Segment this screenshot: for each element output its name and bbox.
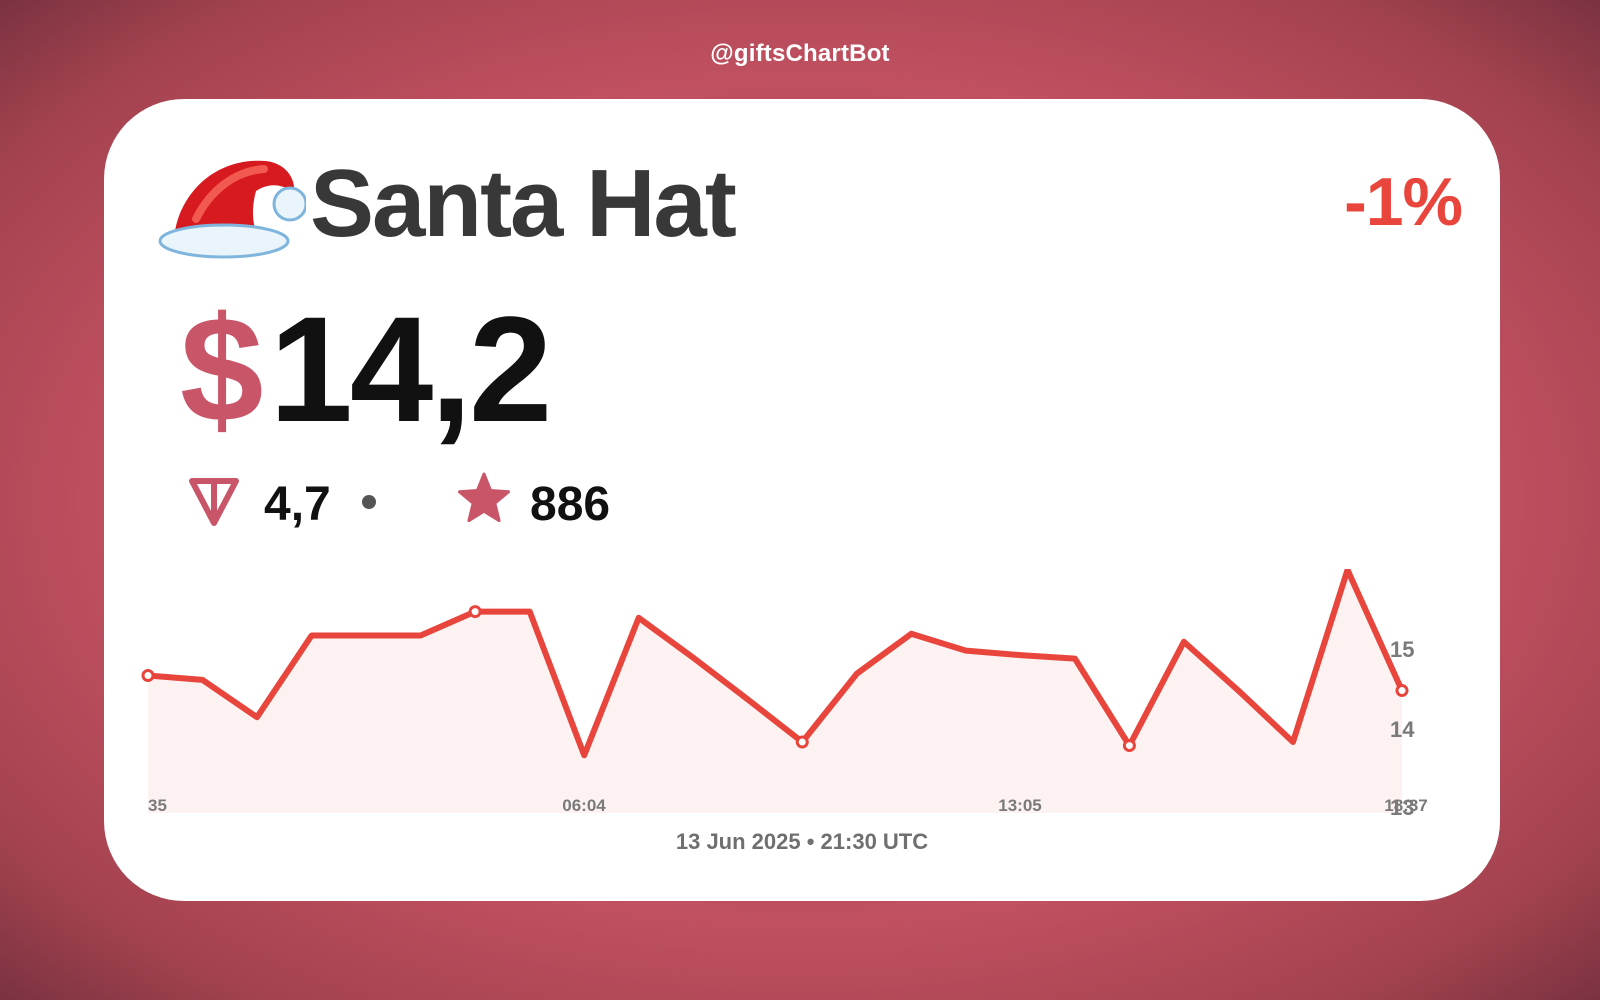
timestamp: 13 Jun 2025 • 21:30 UTC bbox=[675, 829, 929, 854]
y-tick-label: 13 bbox=[1390, 795, 1414, 820]
price-ton: 4,7 bbox=[264, 478, 331, 531]
alt-prices-row: 4,7 886 bbox=[186, 469, 786, 531]
x-tick-label: 06:04 bbox=[562, 796, 606, 815]
price-stars: 886 bbox=[530, 478, 611, 531]
y-tick-label: 14 bbox=[1390, 717, 1415, 742]
chart-area-fill bbox=[148, 569, 1402, 813]
price-chart-svg: 35 06:04 13:05 18:37 15 14 13 bbox=[141, 569, 1428, 820]
dollar-icon: $ bbox=[180, 285, 264, 453]
price-row: $ 14,2 bbox=[180, 285, 552, 453]
santa-hat-icon bbox=[158, 160, 306, 259]
star-icon bbox=[458, 472, 510, 523]
data-point-marker bbox=[1395, 684, 1409, 698]
data-point-marker bbox=[1122, 739, 1136, 753]
separator-dot bbox=[362, 495, 376, 509]
change-percent: -1% bbox=[1344, 164, 1463, 240]
ton-icon bbox=[189, 478, 239, 526]
data-point-marker bbox=[468, 605, 482, 619]
data-point-marker bbox=[141, 668, 155, 682]
gift-title: Santa Hat bbox=[310, 150, 737, 257]
x-tick-label: 35 bbox=[148, 796, 167, 815]
y-tick-label: 15 bbox=[1390, 637, 1414, 662]
bot-handle: @giftsChartBot bbox=[710, 40, 890, 67]
data-point-marker bbox=[795, 735, 809, 749]
title-row: Santa Hat bbox=[156, 149, 737, 259]
price-usd: 14,2 bbox=[269, 285, 552, 453]
gift-card: Santa Hat -1% $ 14,2 4,7 886 35 06:04 13… bbox=[104, 99, 1500, 901]
price-chart: 35 06:04 13:05 18:37 15 14 13 bbox=[104, 569, 1500, 849]
x-tick-label: 13:05 bbox=[998, 796, 1041, 815]
